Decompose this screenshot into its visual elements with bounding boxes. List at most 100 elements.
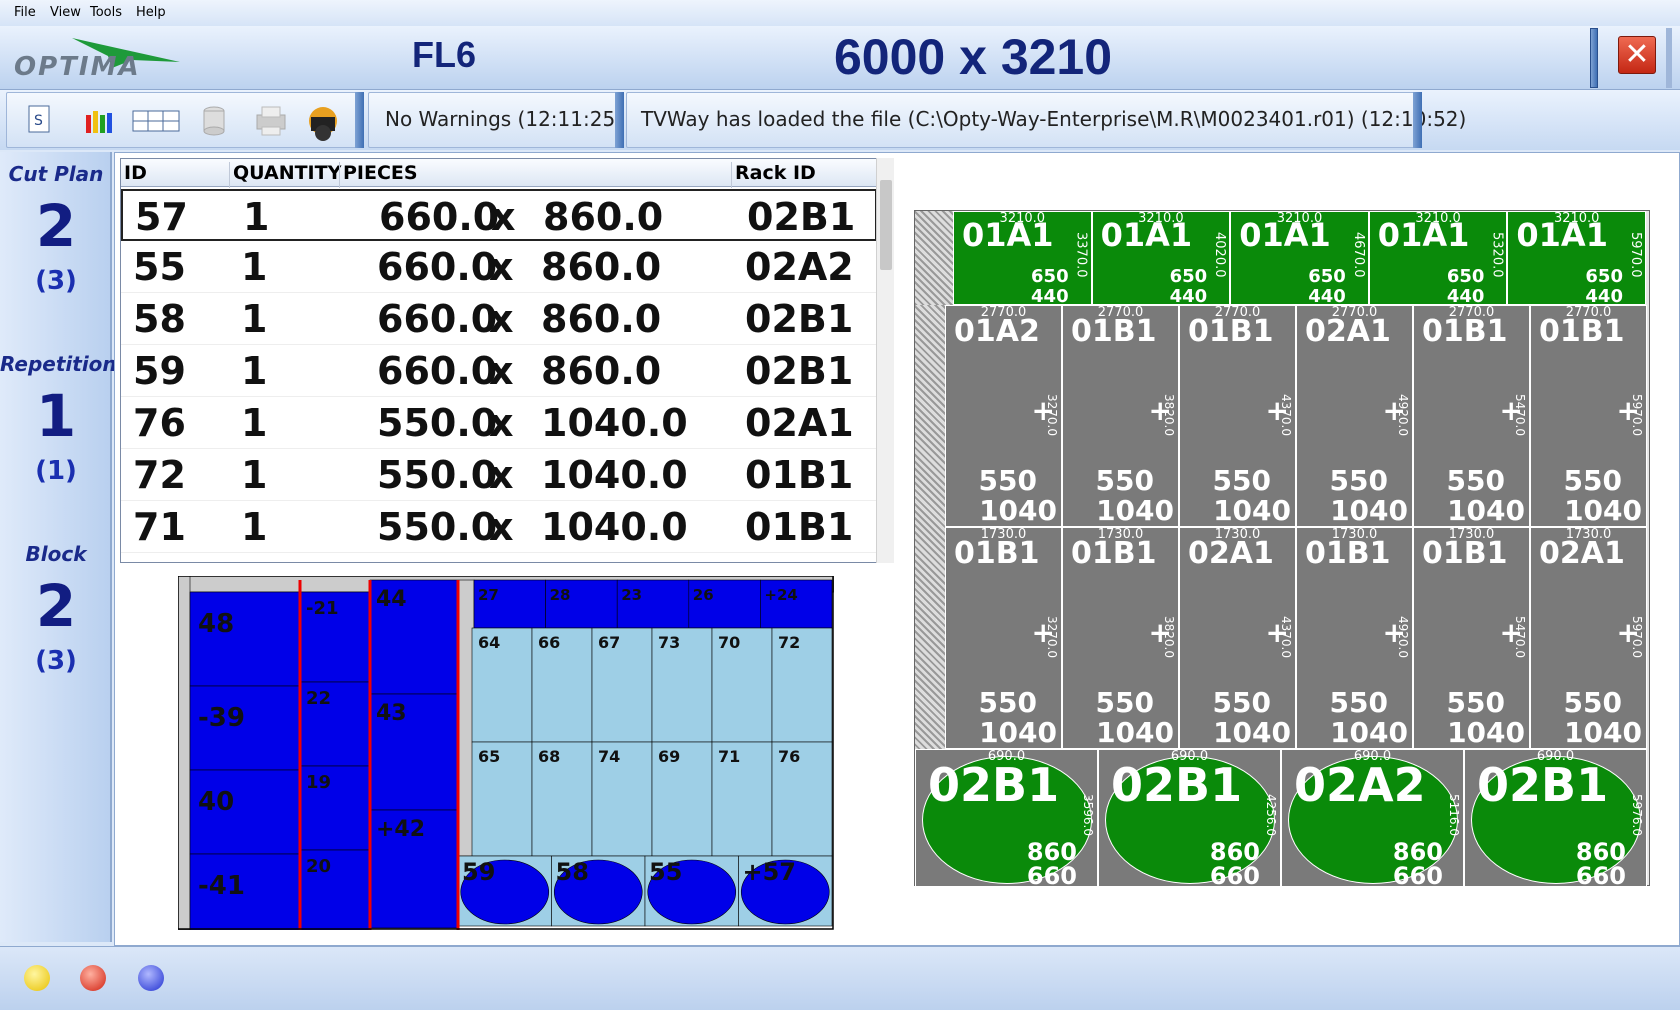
color-bars-icon[interactable] [81,103,115,137]
menu-view[interactable]: View [50,5,81,20]
cell-times: x [489,505,514,549]
cell-width: 660.0 [377,349,498,393]
cell-height: 860.0 [543,195,664,239]
map-piece-label: +57 [743,858,797,886]
col-id[interactable]: ID [121,162,147,188]
cell-quantity: 1 [241,401,268,445]
red-status-icon[interactable] [80,965,106,991]
table-row[interactable]: 71 1 550.0 x 1040.0 01B1 [121,501,877,553]
center-mark-icon: + [1031,616,1055,649]
piece-rack-id: 02A2 [1294,758,1426,812]
map-trim-left [178,576,191,930]
col-quantity[interactable]: QUANTITY [229,162,341,188]
cell-times: x [489,349,514,393]
sheet-piece[interactable]: 2770.0 01B1 5470.0 +550 1040 [1413,305,1530,527]
piece-width: 650 [1308,266,1346,287]
center-mark-icon: + [1148,616,1172,649]
piece-rack-id: 01A1 [1377,216,1470,254]
status-grip[interactable] [1413,92,1422,148]
cell-height: 1040.0 [541,453,688,497]
table-scrollbar[interactable] [876,158,894,563]
blue-status-icon[interactable] [138,965,164,991]
sheet-piece[interactable]: 1730.0 02A1 4370.0 +550 1040 [1179,527,1296,749]
database-icon[interactable] [197,103,231,137]
piece-width: 550 [1212,686,1271,719]
sheet-piece[interactable]: 1730.0 01B1 5470.0 +550 1040 [1413,527,1530,749]
sheet-oval-cell[interactable]: 690.0 02B1 4256.0 860 660 [1098,749,1281,887]
menu-file[interactable]: File [14,5,36,20]
sheet-piece[interactable]: 3210.0 01A1 5970.0 650 440 [1507,211,1646,305]
cell-times: x [489,245,514,289]
map-piece-label: 71 [718,747,740,766]
col-rack-id[interactable]: Rack ID [731,162,816,188]
cell-id: 55 [133,245,186,289]
piece-rack-id: 02B1 [928,758,1060,812]
sheet-piece[interactable]: 2770.0 01B1 3820.0 +550 1040 [1062,305,1179,527]
map-piece-label: 59 [462,858,495,886]
sheet-piece[interactable]: 2770.0 01B1 5970.0 +550 1040 [1530,305,1647,527]
cell-width: 550.0 [377,401,498,445]
sheet-oval-cell[interactable]: 690.0 02B1 3596.0 860 660 [915,749,1098,887]
piece-side-dim: 3370.0 [1073,232,1089,278]
sheet-oval-cell[interactable]: 690.0 02A2 5116.0 860 660 [1281,749,1464,887]
piece-rack-id: 02B1 [1111,758,1243,812]
piece-height: 1040 [1564,716,1642,749]
sheet-piece[interactable]: 3210.0 01A1 5320.0 650 440 [1368,211,1508,305]
sheet-piece[interactable]: 1730.0 02A1 5970.0 +550 1040 [1530,527,1647,749]
optima-logo: OPTIMA [12,30,182,82]
sheet-piece[interactable]: 1730.0 01B1 3270.0 +550 1040 [945,527,1062,749]
layout-panels-icon[interactable] [131,103,181,137]
s-document-icon[interactable]: S [23,103,57,137]
col-pieces[interactable]: PIECES [339,162,418,188]
cut-plan-value: 2 [35,192,77,260]
piece-height: 1040 [1564,494,1642,527]
map-piece-label: 20 [306,856,331,877]
menu-tools[interactable]: Tools [90,5,122,20]
map-piece-label: 55 [649,858,682,886]
sheet-piece[interactable]: 3210.0 01A1 3370.0 650 440 [953,211,1092,305]
map-piece-label: 73 [658,633,680,652]
scroll-thumb[interactable] [880,180,892,270]
piece-height: 1040 [1096,716,1174,749]
piece-side-dim: 3596.0 [1081,794,1095,836]
sheet-oval-cell[interactable]: 690.0 02B1 5976.0 860 660 [1464,749,1647,887]
sheet-trim-left [915,305,945,753]
cell-width: 660.0 [377,245,498,289]
printer-icon[interactable] [251,103,291,137]
sheet-piece[interactable]: 1730.0 01B1 4920.0 +550 1040 [1296,527,1413,749]
piece-side-dim: 5976.0 [1630,794,1644,836]
table-row[interactable]: 76 1 550.0 x 1040.0 02A1 [121,397,877,449]
sheet-piece[interactable]: 1730.0 01B1 3820.0 +550 1040 [1062,527,1179,749]
table-row[interactable]: 59 1 660.0 x 860.0 02B1 [121,345,877,397]
cell-height: 860.0 [541,297,662,341]
close-button[interactable]: ✕ [1618,36,1656,74]
sheet-piece[interactable]: 2770.0 02A1 4920.0 +550 1040 [1296,305,1413,527]
center-mark-icon: + [1499,616,1523,649]
table-row[interactable]: 72 1 550.0 x 1040.0 01B1 [121,449,877,501]
table-row[interactable]: 55 1 660.0 x 860.0 02A2 [121,241,877,293]
piece-height: 440 [1031,286,1069,305]
map-piece-label: 68 [538,747,560,766]
piece-height: 1040 [1330,494,1408,527]
cell-height: 860.0 [541,349,662,393]
sheet-piece[interactable]: 3210.0 01A1 4020.0 650 440 [1091,211,1231,305]
cut-plan-total: (3) [35,266,77,296]
toolbar-grip[interactable] [355,92,364,148]
map-piece[interactable] [189,591,301,687]
sheet-piece[interactable]: 3210.0 01A1 4670.0 650 440 [1230,211,1369,305]
sheet-piece[interactable]: 2770.0 01A2 3270.0 +550 1040 [945,305,1062,527]
cell-height: 1040.0 [541,401,688,445]
sheet-piece[interactable]: 2770.0 01B1 4370.0 +550 1040 [1179,305,1296,527]
table-row[interactable]: 58 1 660.0 x 860.0 02B1 [121,293,877,345]
sheet-layout: 3210.0 01A1 3370.0 650 440 3210.0 01A1 4020.0 65… [914,210,1650,887]
header-grip[interactable] [1590,28,1598,88]
operator-icon[interactable] [303,103,347,141]
table-row[interactable]: 57 1 660.0 x 860.0 02B1 [121,189,877,241]
yellow-status-icon[interactable] [24,965,50,991]
map-piece-label: 44 [376,587,407,612]
warnings-grip[interactable] [615,92,624,148]
menu-help[interactable]: Help [136,5,166,20]
piece-width: 550 [978,686,1037,719]
cell-rack-id: 02B1 [745,349,854,393]
piece-rack-id: 01B1 [1071,536,1157,571]
